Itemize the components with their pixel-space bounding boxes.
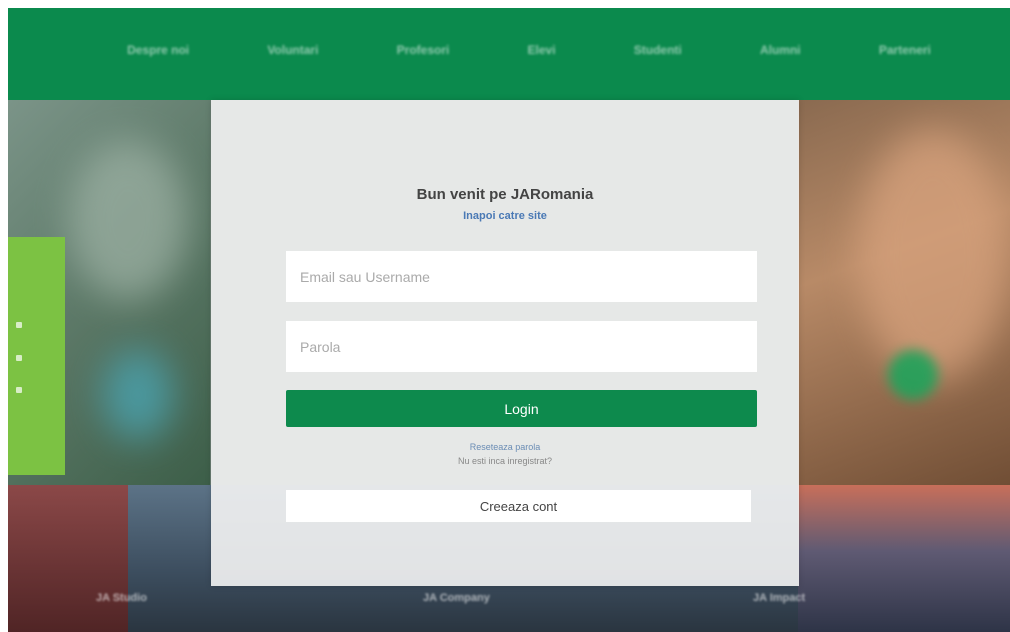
background-blur-shape <box>68 140 188 300</box>
create-account-button[interactable]: Creeaza cont <box>286 490 751 522</box>
background-photo-bottom-left <box>8 485 128 632</box>
not-registered-text: Nu esti inca inregistrat? <box>457 456 553 466</box>
nav-item-alumni[interactable]: Alumni <box>760 43 801 57</box>
background-blur-shape <box>858 130 1008 380</box>
page-frame: Despre noi Voluntari Profesori Elevi Stu… <box>8 8 1010 632</box>
email-field[interactable] <box>286 251 757 302</box>
login-button[interactable]: Login <box>286 390 757 427</box>
nav-item-elevi[interactable]: Elevi <box>528 43 556 57</box>
background-blur-shape <box>103 350 173 440</box>
background-photo-bottom-right <box>798 485 1010 632</box>
background-caption: JA Company <box>423 592 490 604</box>
background-caption: JA Impact <box>753 592 806 604</box>
background-blur-shape <box>888 350 938 400</box>
side-feedback-tab[interactable] <box>8 237 65 475</box>
welcome-heading: Bun venit pe JARomania <box>416 186 594 203</box>
back-to-site-link[interactable]: Inapoi catre site <box>211 210 799 222</box>
nav-item-voluntari[interactable]: Voluntari <box>267 43 318 57</box>
password-field[interactable] <box>286 321 757 372</box>
nav-item-despre-noi[interactable]: Despre noi <box>127 43 189 57</box>
login-panel: Bun venit pe JARomania Inapoi catre site… <box>211 100 799 586</box>
nav-item-parteneri[interactable]: Parteneri <box>879 43 931 57</box>
nav-item-studenti[interactable]: Studenti <box>634 43 682 57</box>
background-caption: JA Studio <box>96 592 147 604</box>
reset-password-link[interactable]: Reseteaza parola <box>211 442 799 452</box>
top-navigation: Despre noi Voluntari Profesori Elevi Stu… <box>8 8 1010 100</box>
nav-item-profesori[interactable]: Profesori <box>397 43 450 57</box>
